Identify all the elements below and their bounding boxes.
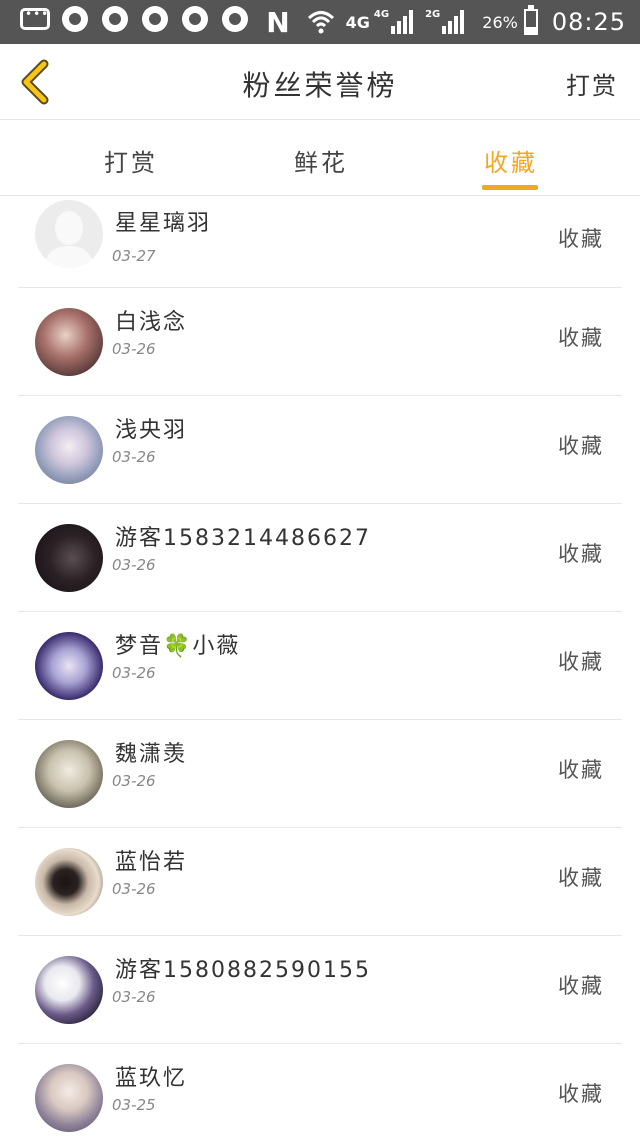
list-item[interactable]: 星星璃羽 03-27 收藏 (18, 197, 622, 288)
fan-name: 游客1583214486627 (115, 526, 371, 551)
battery-level: 26% (482, 12, 518, 32)
fan-date: 03-26 (112, 988, 156, 1006)
navigation-bar: 粉丝荣誉榜 打赏 (0, 44, 640, 120)
fan-name: 蓝玖忆 (115, 1066, 188, 1091)
network-type-label: 4G (345, 12, 370, 32)
fan-date: 03-26 (112, 340, 156, 358)
wifi-icon (307, 11, 334, 34)
tab-bar: 打赏 鲜花 收藏 (0, 121, 640, 196)
status-bar: N 4G 4G 2G 26% 08:25 (0, 0, 640, 44)
avatar (35, 632, 103, 700)
avatar (35, 200, 103, 268)
fan-date: 03-26 (112, 880, 156, 898)
qq-icon (222, 6, 248, 32)
qq-icon (142, 6, 168, 32)
fan-action: 收藏 (558, 866, 604, 890)
fan-name: 白浅念 (115, 310, 188, 335)
fan-name: 蓝怡若 (115, 850, 188, 875)
fan-date: 03-25 (112, 1096, 156, 1114)
tab-reward[interactable]: 打赏 (104, 143, 158, 178)
tab-favorites[interactable]: 收藏 (484, 143, 538, 178)
fan-date: 03-27 (112, 247, 156, 265)
nfc-icon: N (266, 5, 290, 39)
fan-date: 03-26 (112, 772, 156, 790)
active-tab-indicator (482, 185, 538, 190)
fan-name: 魏潇羡 (115, 742, 188, 767)
list-item[interactable]: 梦音🍀小薇 03-26 收藏 (18, 612, 622, 720)
avatar (35, 308, 103, 376)
tab-flowers[interactable]: 鲜花 (294, 143, 348, 178)
avatar (35, 524, 103, 592)
fan-action: 收藏 (558, 326, 604, 350)
sim1-label: 4G (373, 8, 390, 20)
fan-list: 星星璃羽 03-27 收藏 白浅念 03-26 收藏 浅央羽 03-26 收藏 … (18, 197, 622, 1138)
default-avatar-icon (35, 200, 103, 268)
qq-icon (62, 6, 88, 32)
reward-button[interactable]: 打赏 (566, 66, 618, 101)
list-item[interactable]: 魏潇羡 03-26 收藏 (18, 720, 622, 828)
avatar (35, 956, 103, 1024)
message-icon (20, 7, 50, 30)
qq-icon (182, 6, 208, 32)
avatar (35, 416, 103, 484)
fan-action: 收藏 (558, 434, 604, 458)
avatar (35, 740, 103, 808)
fan-date: 03-26 (112, 556, 156, 574)
page-title: 粉丝荣誉榜 (242, 69, 398, 102)
avatar (35, 1064, 103, 1132)
fan-name: 梦音🍀小薇 (115, 634, 241, 659)
fan-action: 收藏 (558, 650, 604, 674)
notification-icons (20, 6, 262, 32)
fan-name: 游客1580882590155 (115, 958, 371, 983)
fan-date: 03-26 (112, 448, 156, 466)
fan-action: 收藏 (558, 1082, 604, 1106)
list-item[interactable]: 蓝怡若 03-26 收藏 (18, 828, 622, 936)
fan-action: 收藏 (558, 227, 604, 251)
sim2-label: 2G (425, 8, 441, 20)
fan-action: 收藏 (558, 758, 604, 782)
fan-name: 星星璃羽 (115, 211, 212, 236)
clock: 08:25 (551, 8, 626, 36)
system-indicators: N 4G 4G 2G 26% 08:25 (266, 4, 626, 40)
qq-icon (102, 6, 128, 32)
fan-action: 收藏 (558, 542, 604, 566)
list-item[interactable]: 白浅念 03-26 收藏 (18, 288, 622, 396)
signal-icon (442, 10, 466, 34)
fan-date: 03-26 (112, 664, 156, 682)
fan-action: 收藏 (558, 974, 604, 998)
list-item[interactable]: 蓝玖忆 03-25 收藏 (18, 1044, 622, 1138)
battery-icon (523, 5, 538, 35)
list-item[interactable]: 游客1580882590155 03-26 收藏 (18, 936, 622, 1044)
list-item[interactable]: 浅央羽 03-26 收藏 (18, 396, 622, 504)
signal-icon (391, 10, 415, 34)
fan-name: 浅央羽 (115, 418, 188, 443)
list-item[interactable]: 游客1583214486627 03-26 收藏 (18, 504, 622, 612)
avatar (35, 848, 103, 916)
